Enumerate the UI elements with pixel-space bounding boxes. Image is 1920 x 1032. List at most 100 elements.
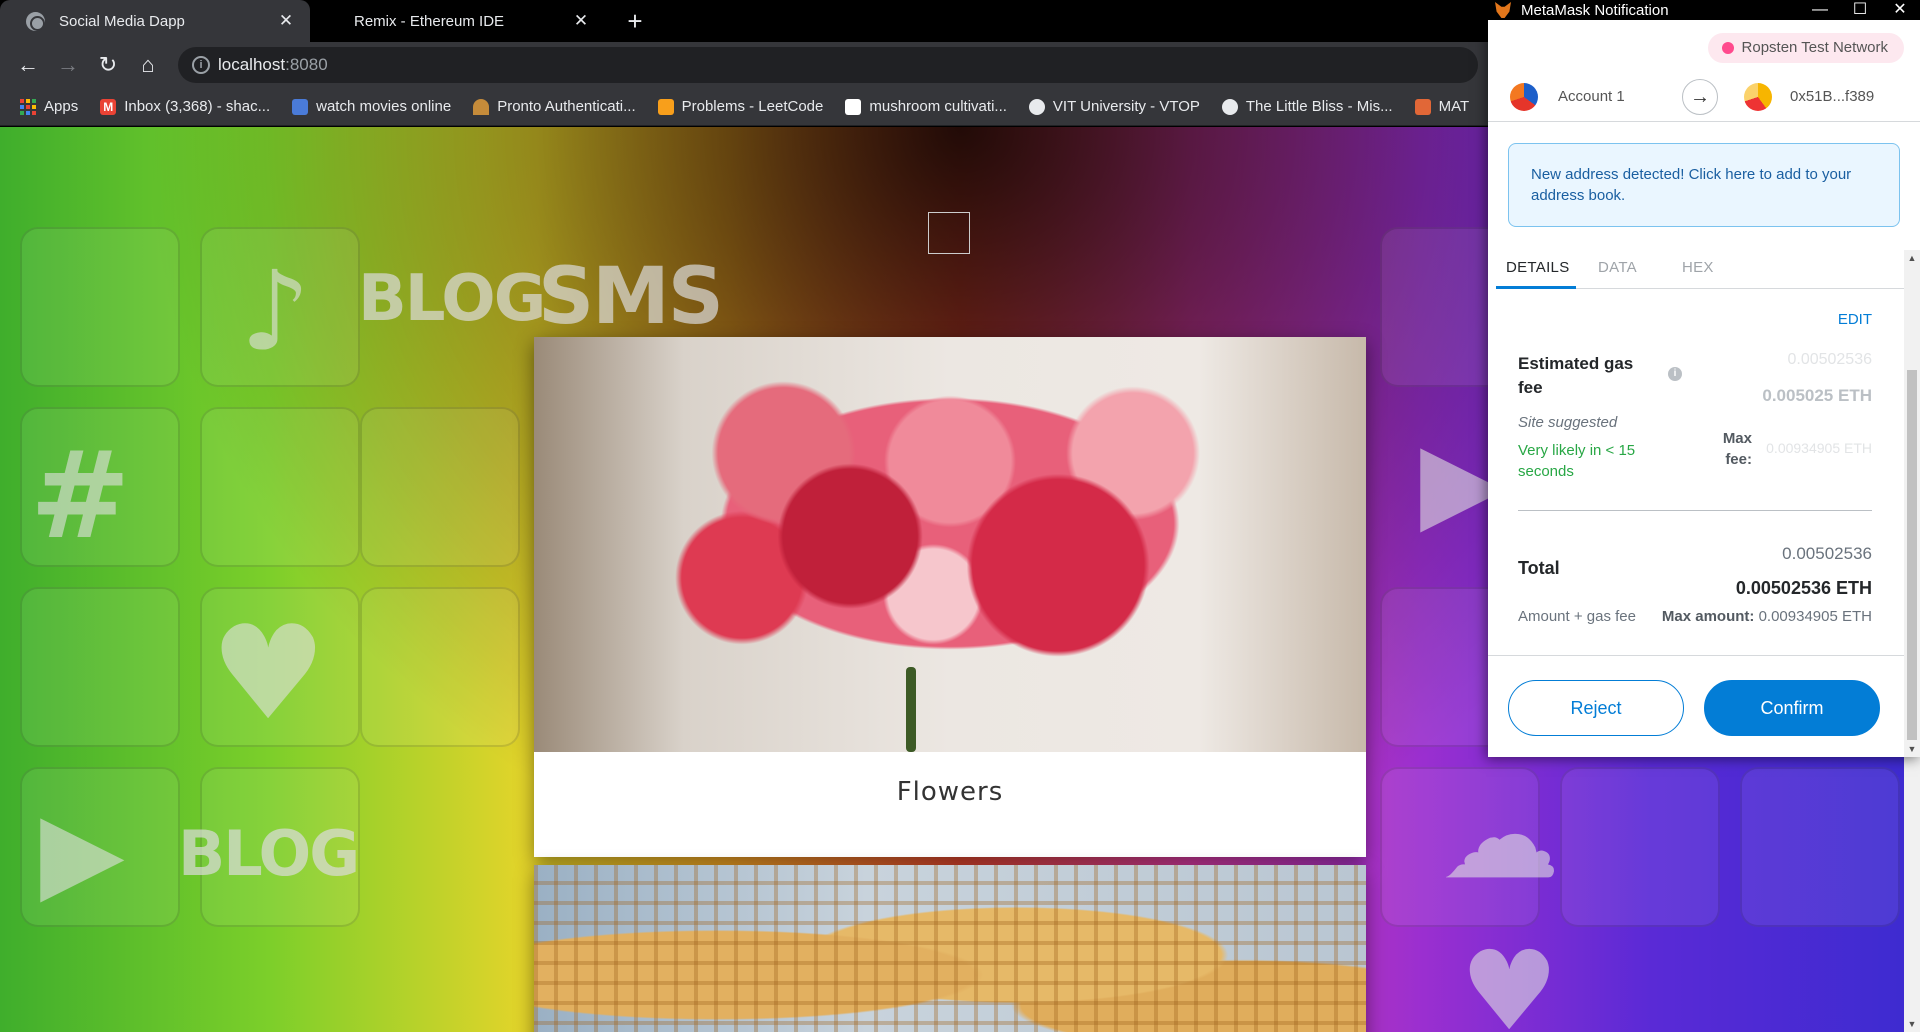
tab-title: Remix - Ethereum IDE	[354, 12, 505, 30]
scroll-up-arrow-icon[interactable]: ▲	[1904, 250, 1920, 266]
broken-image-icon	[928, 212, 970, 254]
chat-icon	[845, 98, 862, 115]
scrollbar-thumb[interactable]	[1907, 370, 1917, 740]
pronto-icon	[473, 98, 490, 115]
reload-icon[interactable]: ↻	[94, 51, 122, 79]
address-bar[interactable]: i localhost:8080	[178, 47, 1478, 83]
bookmark-pronto[interactable]: Pronto Authenticati...	[473, 98, 636, 115]
heart-icon: ♥	[210, 597, 327, 749]
waffles-photo	[534, 865, 1366, 1032]
background-tile	[360, 587, 520, 747]
window-title: MetaMask Notification	[1521, 1, 1669, 19]
bookmark-mushroom[interactable]: mushroom cultivati...	[845, 98, 1007, 115]
close-tab-icon[interactable]: ✕	[276, 11, 296, 31]
home-icon[interactable]: ⌂	[134, 51, 162, 79]
footer-divider	[1488, 655, 1904, 656]
from-account-name: Account 1	[1558, 88, 1625, 105]
background-blog-word: BLOG	[358, 262, 546, 336]
confirm-button[interactable]: Confirm	[1704, 680, 1880, 736]
metamask-notification-window: MetaMask Notification — ☐ ✕ Ropsten Test…	[1488, 0, 1920, 757]
gmail-icon: M	[100, 98, 117, 115]
info-icon[interactable]: i	[1668, 367, 1682, 381]
minimize-icon[interactable]: —	[1800, 0, 1840, 20]
max-amount: Max amount: 0.00934905 ETH	[1661, 608, 1872, 625]
max-fee-value: 0.00934905 ETH	[1766, 440, 1872, 456]
bookmark-leetcode[interactable]: Problems - LeetCode	[657, 98, 823, 115]
post-caption: Flowers	[896, 777, 1004, 807]
background-tile	[20, 587, 180, 747]
amount-plus-gas-label: Amount + gas fee	[1518, 608, 1636, 625]
gas-speed-estimate: Very likely in < 15 seconds	[1518, 442, 1636, 480]
tab-hex[interactable]: HEX	[1682, 259, 1714, 276]
globe-icon	[1221, 98, 1238, 115]
cloud-icon: ☁	[1440, 767, 1560, 906]
play-icon: ▶	[40, 787, 125, 915]
metamask-titlebar: MetaMask Notification — ☐ ✕	[1488, 0, 1920, 20]
reject-button[interactable]: Reject	[1508, 680, 1684, 736]
background-blog-word: BLOG	[178, 817, 360, 890]
background-tile	[1740, 767, 1900, 927]
flower-stem	[906, 667, 916, 752]
new-address-alert[interactable]: New address detected! Click here to add …	[1508, 143, 1900, 227]
scroll-down-arrow-icon[interactable]: ▼	[1904, 741, 1920, 757]
matlab-icon	[1414, 98, 1431, 115]
site-info-icon[interactable]: i	[192, 56, 210, 74]
globe-icon	[26, 11, 45, 31]
max-fee-label: Max fee:	[1722, 430, 1752, 468]
tab-title: Social Media Dapp	[59, 12, 185, 30]
divider	[1518, 510, 1872, 511]
movie-icon	[292, 98, 309, 115]
network-selector[interactable]: Ropsten Test Network	[1707, 33, 1904, 63]
to-account-address[interactable]: 0x51B...f389	[1790, 88, 1874, 105]
close-tab-icon[interactable]: ✕	[571, 11, 591, 31]
total-eth-value: 0.00502536 ETH	[1735, 578, 1872, 598]
active-tab-indicator	[1496, 286, 1576, 289]
new-tab-button[interactable]: +	[622, 8, 648, 34]
account-transfer-row: Account 1 → 0x51B...f389	[1488, 72, 1920, 122]
back-arrow-icon[interactable]: ←	[14, 51, 42, 79]
post-card[interactable]	[534, 865, 1366, 1032]
total-secondary-value: 0.00502536	[1782, 544, 1872, 563]
background-tile	[360, 407, 520, 567]
network-status-dot	[1721, 42, 1734, 54]
music-note-icon: ♪	[240, 247, 311, 375]
maximize-icon[interactable]: ☐	[1840, 0, 1880, 20]
gas-fee-secondary-value: 0.00502536	[1787, 351, 1872, 368]
post-card[interactable]: Flowers	[534, 337, 1366, 857]
arrow-right-icon: →	[1682, 79, 1718, 115]
close-window-icon[interactable]: ✕	[1880, 0, 1920, 20]
estimated-gas-fee-label: Estimated gas fee	[1518, 354, 1634, 397]
bookmark-apps[interactable]: Apps	[20, 98, 78, 115]
to-account-avatar	[1744, 83, 1772, 111]
total-label: Total	[1518, 558, 1560, 578]
tab-social-media-dapp[interactable]: Social Media Dapp ✕	[0, 0, 310, 42]
tab-details[interactable]: DETAILS	[1506, 259, 1570, 276]
page-scrollbar[interactable]: ▼	[1904, 757, 1920, 1032]
gas-fee-eth-value: 0.005025 ETH	[1762, 386, 1872, 405]
bookmark-vtop[interactable]: VIT University - VTOP	[1028, 98, 1200, 115]
site-suggested-label: Site suggested	[1518, 414, 1618, 431]
apps-grid-icon	[20, 98, 36, 115]
flowers-photo	[534, 337, 1366, 752]
tab-remix[interactable]: Remix - Ethereum IDE ✕	[310, 0, 605, 42]
from-account-avatar	[1510, 83, 1538, 111]
background-tile	[200, 407, 360, 567]
background-tile	[20, 227, 180, 387]
bookmark-movies[interactable]: watch movies online	[292, 98, 451, 115]
bookmark-little-bliss[interactable]: The Little Bliss - Mis...	[1221, 98, 1393, 115]
metamask-scrollbar[interactable]: ▲ ▼	[1904, 250, 1920, 757]
leetcode-icon	[657, 98, 674, 115]
background-sms-word: SMS	[538, 252, 724, 342]
heart-icon: ♥	[1460, 927, 1559, 1032]
forward-arrow-icon[interactable]: →	[54, 51, 82, 79]
bookmark-matlab[interactable]: MAT	[1414, 98, 1469, 115]
hashtag-icon: #	[30, 427, 131, 566]
tab-data[interactable]: DATA	[1598, 259, 1637, 276]
url-text: localhost:8080	[218, 55, 328, 74]
bookmark-gmail[interactable]: M Inbox (3,368) - shac...	[100, 98, 270, 115]
transaction-tabs: DETAILS DATA HEX	[1496, 255, 1904, 289]
edit-gas-link[interactable]: EDIT	[1838, 311, 1872, 328]
metamask-fox-icon	[1495, 2, 1511, 18]
scroll-down-arrow-icon[interactable]: ▼	[1904, 1016, 1920, 1032]
globe-icon	[1028, 98, 1045, 115]
